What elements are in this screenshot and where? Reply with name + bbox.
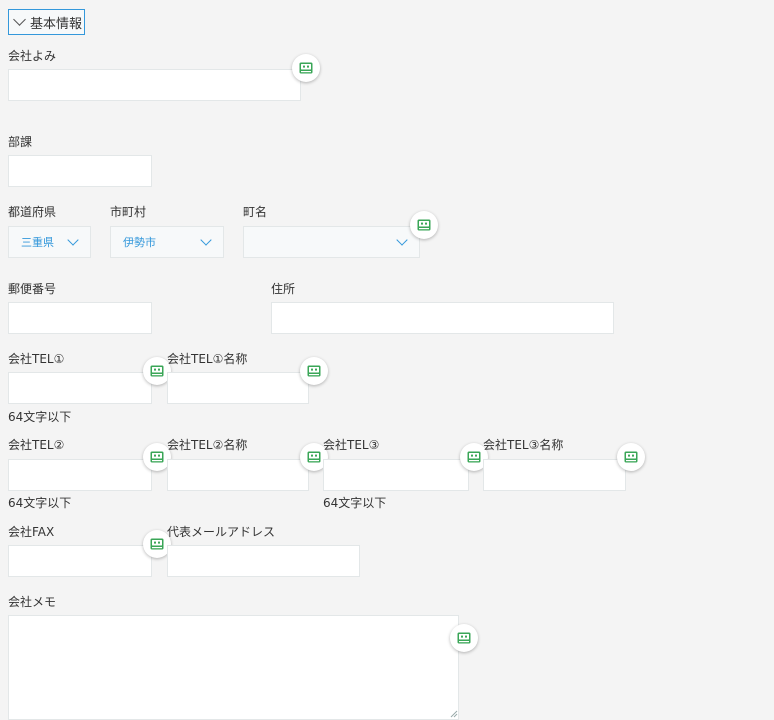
chevron-down-icon — [396, 234, 408, 246]
postal-label: 郵便番号 — [8, 282, 57, 296]
green-terminal-icon — [150, 451, 164, 463]
town-label: 町名 — [243, 205, 268, 219]
green-terminal-icon — [457, 632, 471, 644]
email-label: 代表メールアドレス — [167, 525, 276, 539]
fax-input[interactable] — [8, 545, 152, 577]
tel3-label: 会社TEL③ — [323, 438, 380, 452]
address-input[interactable] — [271, 302, 614, 334]
green-terminal-icon — [307, 365, 321, 377]
prefecture-label: 都道府県 — [8, 205, 57, 219]
tel1-label: 会社TEL① — [8, 352, 65, 366]
company-kana-label: 会社よみ — [8, 49, 57, 63]
green-terminal-icon — [299, 62, 313, 74]
tel3-length-note: 64文字以下 — [323, 496, 387, 510]
tel1-input[interactable] — [8, 372, 152, 404]
tel2-name-label: 会社TEL②名称 — [167, 438, 248, 452]
chevron-down-icon — [13, 13, 26, 26]
tel2-input[interactable] — [8, 459, 152, 491]
tel1-name-input[interactable] — [167, 372, 309, 404]
postal-input[interactable] — [8, 302, 152, 334]
field-badge[interactable] — [410, 211, 438, 239]
resize-handle-icon[interactable] — [450, 710, 458, 718]
prefecture-value: 三重県 — [21, 236, 54, 249]
field-badge[interactable] — [300, 357, 328, 385]
prefecture-select[interactable]: 三重県 — [8, 226, 91, 258]
company-kana-input[interactable] — [8, 69, 301, 101]
tel2-length-note: 64文字以下 — [8, 496, 72, 510]
department-input[interactable] — [8, 155, 152, 187]
tel1-length-note: 64文字以下 — [8, 410, 72, 424]
green-terminal-icon — [150, 365, 164, 377]
address-label: 住所 — [271, 282, 296, 296]
section-title: 基本情報 — [30, 16, 83, 32]
section-toggle-basic-info[interactable]: 基本情報 — [8, 9, 85, 35]
fax-label: 会社FAX — [8, 525, 55, 539]
field-badge[interactable] — [292, 54, 320, 82]
tel3-name-label: 会社TEL③名称 — [483, 438, 564, 452]
chevron-down-icon — [200, 234, 212, 246]
city-value: 伊勢市 — [123, 236, 156, 249]
field-badge[interactable] — [450, 624, 478, 652]
city-label: 市町村 — [110, 205, 147, 219]
tel2-label: 会社TEL② — [8, 438, 65, 452]
tel3-name-input[interactable] — [483, 459, 626, 491]
field-badge[interactable] — [617, 443, 645, 471]
green-terminal-icon — [150, 538, 164, 550]
green-terminal-icon — [467, 451, 481, 463]
tel1-name-label: 会社TEL①名称 — [167, 352, 248, 366]
city-select[interactable]: 伊勢市 — [110, 226, 224, 258]
green-terminal-icon — [417, 219, 431, 231]
department-label: 部課 — [8, 135, 33, 149]
chevron-down-icon — [67, 234, 79, 246]
tel3-input[interactable] — [323, 459, 469, 491]
memo-textarea[interactable] — [8, 615, 459, 720]
green-terminal-icon — [624, 451, 638, 463]
tel2-name-input[interactable] — [167, 459, 309, 491]
email-input[interactable] — [167, 545, 360, 577]
town-select[interactable] — [243, 226, 420, 258]
green-terminal-icon — [307, 451, 321, 463]
memo-label: 会社メモ — [8, 595, 57, 609]
